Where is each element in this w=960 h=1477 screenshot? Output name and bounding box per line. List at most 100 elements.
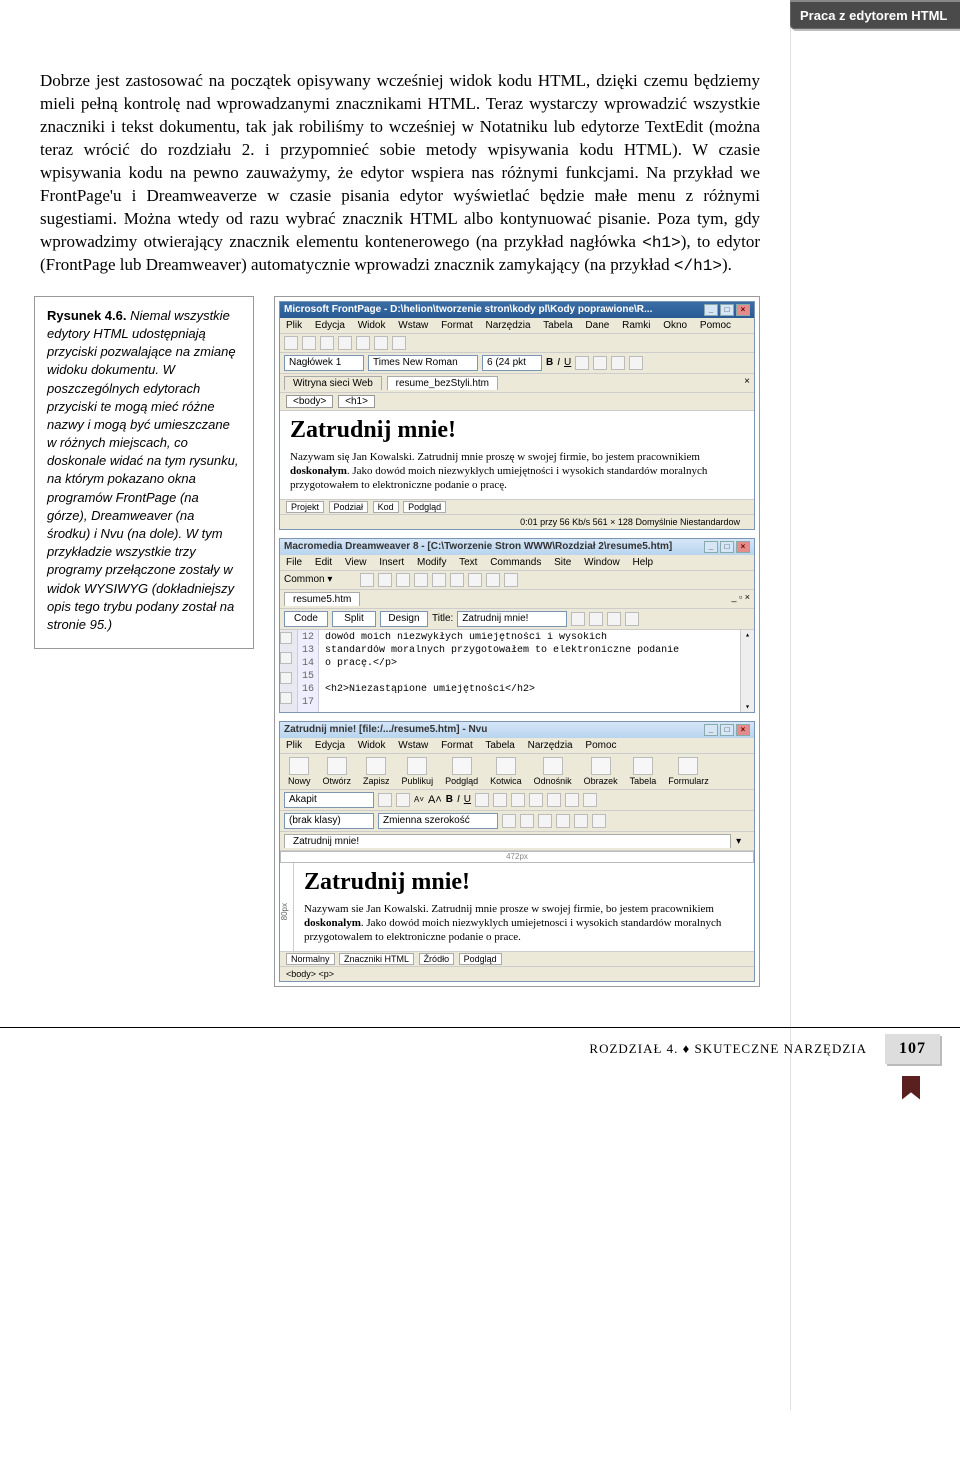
code-lines[interactable]: dowód moich niezwykłych umiejętności i w…	[319, 630, 740, 712]
close-icon[interactable]: ×	[736, 304, 750, 316]
doc-tab[interactable]: Zatrudnij mnie!	[284, 834, 731, 848]
toolbar-icon[interactable]	[589, 612, 603, 626]
menu-commands[interactable]: Commands	[490, 557, 541, 568]
close-icon[interactable]: ×	[736, 724, 750, 736]
menu-frames[interactable]: Ramki	[622, 320, 650, 331]
menu-table[interactable]: Tabela	[485, 740, 514, 751]
menu-tools[interactable]: Narzędzia	[528, 740, 573, 751]
bold-icon[interactable]: B	[446, 794, 453, 805]
minimize-icon[interactable]: _	[704, 304, 718, 316]
view-design[interactable]: Projekt	[286, 501, 324, 513]
menu-tools[interactable]: Narzędzia	[486, 320, 531, 331]
doc-window-controls[interactable]: _ ▫ ×	[732, 592, 750, 602]
minimize-icon[interactable]: _	[704, 724, 718, 736]
menu-help[interactable]: Pomoc	[700, 320, 731, 331]
toolbar-icon[interactable]	[625, 612, 639, 626]
font-smaller-icon[interactable]: A˅	[414, 795, 424, 804]
table-button[interactable]: Tabela	[626, 756, 661, 787]
menu-file[interactable]: File	[286, 557, 302, 568]
maximize-icon[interactable]: □	[720, 724, 734, 736]
menu-window[interactable]: Window	[584, 557, 620, 568]
menu-data[interactable]: Dane	[585, 320, 609, 331]
menu-edit[interactable]: Edit	[315, 557, 332, 568]
menu-site[interactable]: Site	[554, 557, 571, 568]
indent-icon[interactable]	[511, 793, 525, 807]
close-icon[interactable]: ×	[736, 541, 750, 553]
code-gutter-icon[interactable]	[280, 692, 292, 704]
menu-format[interactable]: Format	[441, 740, 473, 751]
underline-icon[interactable]: U	[464, 794, 471, 805]
toolbar-icon[interactable]	[356, 336, 370, 350]
open-button[interactable]: Otwórz	[319, 756, 356, 787]
toolbar-icon[interactable]	[502, 814, 516, 828]
breadcrumb[interactable]: <body> <p>	[286, 969, 334, 979]
menu-insert[interactable]: Insert	[379, 557, 404, 568]
menu-file[interactable]: Plik	[286, 320, 302, 331]
view-code-button[interactable]: Code	[284, 611, 328, 627]
list-icon[interactable]	[475, 793, 489, 807]
view-split[interactable]: Podział	[329, 501, 369, 513]
toolbar-icon[interactable]	[450, 573, 464, 587]
toolbar-icon[interactable]	[396, 573, 410, 587]
class-dropdown[interactable]: (brak klasy)	[284, 813, 374, 829]
close-tab-icon[interactable]: ×	[744, 376, 750, 387]
view-tags[interactable]: Znaczniki HTML	[339, 953, 414, 965]
nvu-menubar[interactable]: Plik Edycja Widok Wstaw Format Tabela Na…	[280, 738, 754, 754]
menu-file[interactable]: Plik	[286, 740, 302, 751]
tab-website[interactable]: Witryna sieci Web	[284, 376, 382, 390]
italic-icon[interactable]: I	[557, 357, 560, 368]
bold-icon[interactable]: B	[546, 357, 553, 368]
font-larger-icon[interactable]: A˄	[428, 794, 442, 806]
menu-help[interactable]: Pomoc	[585, 740, 616, 751]
toolbar-icon[interactable]	[520, 814, 534, 828]
align-icon[interactable]	[629, 356, 643, 370]
toolbar-icon[interactable]	[538, 814, 552, 828]
tab-dropdown-icon[interactable]: ▾	[736, 836, 741, 847]
paragraph-dropdown[interactable]: Akapit	[284, 792, 374, 808]
toolbar-icon[interactable]	[571, 612, 585, 626]
toolbar-icon[interactable]	[504, 573, 518, 587]
maximize-icon[interactable]: □	[720, 541, 734, 553]
link-button[interactable]: Odnośnik	[530, 756, 576, 787]
scroll-up-icon[interactable]: ▴	[741, 630, 754, 640]
preview-button[interactable]: Podgląd	[441, 756, 482, 787]
toolbar-icon[interactable]	[432, 573, 446, 587]
menu-insert[interactable]: Wstaw	[398, 320, 428, 331]
breadcrumb-body[interactable]: <body>	[286, 395, 333, 408]
menu-modify[interactable]: Modify	[417, 557, 446, 568]
dreamweaver-code-area[interactable]: 12 13 14 15 16 17 dowód moich niezwykłyc…	[280, 630, 754, 712]
nvu-content[interactable]: Zatrudnij mnie! Nazywam sie Jan Kowalski…	[294, 863, 754, 951]
menu-help[interactable]: Help	[632, 557, 653, 568]
view-preview[interactable]: Podgląd	[403, 501, 446, 513]
menu-insert[interactable]: Wstaw	[398, 740, 428, 751]
list-icon[interactable]	[493, 793, 507, 807]
font-dropdown[interactable]: Times New Roman	[368, 355, 478, 371]
code-gutter-icon[interactable]	[280, 652, 292, 664]
breadcrumb-h1[interactable]: <h1>	[338, 395, 375, 408]
toolbar-icon[interactable]	[284, 336, 298, 350]
menu-view[interactable]: View	[345, 557, 367, 568]
toolbar-icon[interactable]	[320, 336, 334, 350]
underline-icon[interactable]: U	[564, 357, 571, 368]
menu-text[interactable]: Text	[459, 557, 477, 568]
toolbar-icon[interactable]	[360, 573, 374, 587]
menu-table[interactable]: Tabela	[543, 320, 572, 331]
style-dropdown[interactable]: Nagłówek 1	[284, 355, 364, 371]
frontpage-menubar[interactable]: Plik Edycja Widok Wstaw Format Narzędzia…	[280, 318, 754, 334]
toolbar-icon[interactable]	[338, 336, 352, 350]
menu-edit[interactable]: Edycja	[315, 320, 345, 331]
menu-edit[interactable]: Edycja	[315, 740, 345, 751]
save-button[interactable]: Zapisz	[359, 756, 394, 787]
common-dropdown[interactable]: Common ▾	[284, 574, 332, 585]
align-icon[interactable]	[593, 356, 607, 370]
align-icon[interactable]	[547, 793, 561, 807]
view-code[interactable]: Kod	[373, 501, 399, 513]
toolbar-icon[interactable]	[392, 336, 406, 350]
menu-view[interactable]: Widok	[358, 320, 386, 331]
toolbar-icon[interactable]	[396, 793, 410, 807]
menu-format[interactable]: Format	[441, 320, 473, 331]
toolbar-icon[interactable]	[607, 612, 621, 626]
code-gutter-icon[interactable]	[280, 632, 292, 644]
view-design-button[interactable]: Design	[380, 611, 428, 627]
minimize-icon[interactable]: _	[704, 541, 718, 553]
